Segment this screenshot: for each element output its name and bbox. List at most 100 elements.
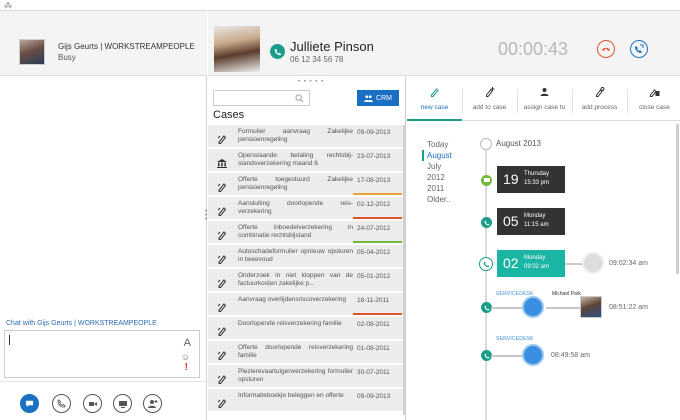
case-date: 09-09-2013 — [357, 393, 391, 400]
case-row[interactable]: Formulier aanvraag Zakelijke pensioenreg… — [208, 125, 406, 148]
action-bar — [0, 381, 207, 420]
tab-label: close case — [639, 104, 670, 111]
panel-splitter[interactable]: • • • — [205, 208, 207, 223]
video-icon[interactable] — [83, 394, 102, 413]
call-event-icon — [481, 217, 492, 228]
case-action-tabs: new case add to case assign case to add pro… — [407, 77, 680, 121]
window-topbar: ⁂ — [0, 0, 680, 10]
case-title: Offerte inboedelverzekering in combinati… — [238, 224, 353, 239]
timeline-event-card-active[interactable]: 02 Monday 09:02 am — [497, 250, 565, 277]
left-panel: Gijs Geurts | WORKSTREAMPEOPLE Busy Chat… — [0, 11, 207, 420]
case-title: Autoschadeformulier opnieuw opsturen in … — [238, 248, 353, 263]
screen-share-icon[interactable] — [113, 394, 132, 413]
case-date: 18-11-2011 — [357, 297, 390, 304]
hang-up-button[interactable] — [597, 40, 615, 58]
filter-item[interactable]: July — [422, 161, 462, 172]
case-date: 17-08-2013 — [357, 177, 391, 184]
agent-avatar[interactable] — [580, 296, 602, 318]
cases-heading: Cases — [213, 109, 245, 121]
case-row[interactable]: Offerte inboedelverzekering in combinati… — [208, 221, 406, 244]
case-title: Offerte doorlopende reisverze­kering fam… — [238, 344, 353, 359]
case-row[interactable]: Offerte doorlopende reisverze­kering fam… — [208, 341, 406, 364]
event-day: 19 — [503, 171, 519, 187]
event-time: 08:51:22 am — [609, 304, 648, 311]
text-caret — [9, 335, 10, 345]
case-row[interactable]: Aanvraag overlijdensriscover­zekering 18-… — [208, 293, 406, 316]
text-format-icon[interactable]: A — [184, 337, 191, 349]
caller-number: 06 12 34 56 78 — [290, 55, 344, 64]
grip-icon[interactable]: ⁂ — [4, 2, 12, 10]
timeline-event-card[interactable]: 05 Monday 11:15 am — [497, 208, 565, 235]
case-row[interactable]: Autoschadeformulier opnieuw opsturen in … — [208, 245, 406, 268]
tab-add-process[interactable]: add process — [572, 77, 627, 121]
phone-icon[interactable] — [52, 394, 71, 413]
crm-button[interactable]: CRM — [357, 90, 399, 106]
pen-icon — [217, 227, 227, 240]
case-title: Openstaande betaling rechtsbij­standsver… — [238, 152, 353, 167]
important-icon[interactable]: ! — [185, 362, 188, 373]
filter-item[interactable]: August — [422, 150, 462, 161]
transfer-call-button[interactable] — [630, 40, 648, 58]
case-row[interactable]: Plezierevaartuigenverzekering formulier … — [208, 365, 406, 388]
tab-separator — [517, 89, 518, 113]
cases-panel: • • • • • CRM Cases Formulier aanvraag Z… — [208, 77, 406, 420]
people-icon — [364, 94, 373, 102]
tab-label: add to case — [472, 104, 507, 111]
connector — [491, 355, 523, 357]
case-row[interactable]: Doorlopende reisverzekering familie 02-08… — [208, 317, 406, 340]
tab-add-to-case[interactable]: add to case — [462, 77, 517, 121]
pen-icon — [217, 251, 227, 264]
timeline-event-card[interactable]: 19 Thursday 15:33 pm — [497, 166, 565, 193]
case-search-input[interactable] — [213, 90, 310, 106]
servicedesk-label: SERVICEDESK — [496, 336, 534, 342]
servicedesk-node-icon[interactable] — [522, 296, 544, 318]
tab-label: add process — [581, 104, 618, 111]
case-date: 24-07-2012 — [357, 225, 391, 232]
connector — [491, 307, 523, 309]
case-date: 30-07-2011 — [357, 369, 390, 376]
filter-item[interactable]: Today — [422, 139, 462, 150]
event-time: 09:02 am — [524, 264, 550, 270]
emoticon-icon[interactable]: ☺ — [181, 352, 190, 362]
chat-input[interactable]: A ☺ ! — [4, 330, 200, 378]
case-date: 01-08-2011 — [357, 345, 390, 352]
assign-case-icon — [540, 88, 549, 96]
filter-item[interactable]: Older.. — [422, 194, 462, 205]
event-time: 11:15 am — [524, 222, 549, 228]
timeline-month: August 2013 — [496, 139, 541, 148]
case-row[interactable]: Openstaande betaling rechtsbij­standsver… — [208, 149, 406, 172]
filter-item[interactable]: 2012 — [422, 172, 462, 183]
case-row[interactable]: Aansluiting doorlopende reis­verzekering… — [208, 197, 406, 220]
servicedesk-node-icon[interactable] — [522, 344, 544, 366]
resize-handle[interactable]: • • • • • — [298, 79, 324, 85]
case-title: Onderzoek in niet kloppen van de factuur… — [238, 272, 353, 287]
tab-assign-case-to[interactable]: assign case to — [517, 77, 572, 121]
tab-new-case[interactable]: new case — [407, 77, 462, 121]
pen-icon — [217, 203, 227, 216]
chat-icon[interactable] — [20, 394, 39, 413]
add-process-icon — [596, 87, 605, 97]
timeline-scrollbar[interactable] — [676, 124, 679, 274]
case-title: Informatieboekje beleggen en offerte — [238, 392, 344, 399]
case-date: 09-09-2013 — [357, 129, 391, 136]
case-priority-bar — [353, 193, 402, 195]
pen-icon — [217, 131, 227, 144]
presence-status[interactable]: Busy — [58, 53, 76, 62]
new-case-icon — [431, 88, 439, 97]
case-priority-bar — [353, 217, 402, 219]
filter-item[interactable]: 2011 — [422, 183, 462, 194]
tab-separator — [627, 89, 628, 113]
case-row[interactable]: Onderzoek in niet kloppen van de factuur… — [208, 269, 406, 292]
case-row[interactable]: Offerte toegestuurd Zakelijke pensioenre… — [208, 173, 406, 196]
tab-close-case[interactable]: close case — [627, 77, 680, 121]
close-case-icon — [650, 89, 660, 97]
agent-name: Michael Park — [552, 291, 581, 297]
case-list-scrollbar[interactable] — [403, 125, 406, 415]
chat-history — [0, 77, 207, 321]
add-people-icon[interactable] — [143, 394, 162, 413]
avatar[interactable] — [19, 39, 45, 65]
event-time: 15:33 pm — [524, 180, 550, 186]
case-date: 05-01-2012 — [357, 273, 391, 280]
case-row[interactable]: Informatieboekje beleggen en offerte 09-0… — [208, 389, 406, 412]
chat-event-icon — [481, 175, 492, 186]
